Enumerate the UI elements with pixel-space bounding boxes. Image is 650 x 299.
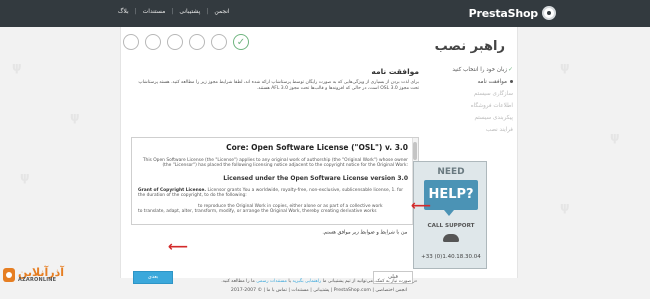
sidebar-item-label: سازگاری سیستم bbox=[473, 91, 513, 97]
sidebar-item-label: فرایند نصب bbox=[485, 127, 513, 133]
sidebar-item-store-info: اطلاعات فروشگاه bbox=[435, 100, 513, 112]
check-icon: ✓ bbox=[236, 36, 246, 48]
check-icon: ✓ bbox=[507, 66, 513, 73]
sidebar-item-label: موافقت نامه bbox=[477, 79, 507, 85]
sidebar-item-install: فرایند نصب bbox=[435, 124, 513, 136]
watermark-mark: ψ bbox=[610, 130, 620, 144]
top-nav-blog-link[interactable]: بلاگ bbox=[118, 8, 129, 15]
logo-icon bbox=[542, 6, 556, 20]
footer-docs-link[interactable]: مستندات رسمی bbox=[256, 279, 287, 284]
license-grant: Grant of Copyright License. Licensor gra… bbox=[138, 188, 408, 199]
watermark-logo-icon bbox=[3, 268, 15, 282]
license-section: موافقت نامه برای لذت بردن از بسیاری از و… bbox=[131, 67, 419, 92]
prestashop-logo[interactable]: PrestaShop bbox=[469, 6, 556, 20]
accept-terms-label: من با شرایط و ضوابط زیر موافق هستم. bbox=[322, 229, 408, 236]
nav-separator: | bbox=[171, 8, 174, 15]
support-phone-number: +33 (0)1.40.18.30.04 bbox=[421, 254, 481, 260]
scroll-thumb[interactable] bbox=[413, 142, 417, 160]
sidebar-item-license[interactable]: موافقت نامه bbox=[435, 76, 513, 88]
step-circle-completed: ✓ bbox=[233, 34, 249, 50]
progress-steps: ✓ bbox=[123, 34, 249, 50]
nav-separator: | bbox=[206, 8, 209, 15]
intro-text: برای لذت بردن از بسیاری از ویژگی‌هایی که… bbox=[138, 80, 419, 91]
license-heading: Core: Open Software License ("OSL") v. 3… bbox=[226, 143, 408, 152]
license-text-box[interactable]: Core: Open Software License ("OSL") v. 3… bbox=[131, 137, 419, 225]
footer-help-note: در صورت نیاز به کمک، می‌توانید از تیم پش… bbox=[120, 279, 518, 284]
wizard-sidebar: ✓زبان خود را انتخاب کنید موافقت نامه ساز… bbox=[435, 64, 513, 136]
logo-text: PrestaShop bbox=[468, 6, 539, 20]
watermark-mark: ψ bbox=[70, 110, 80, 124]
footer-note-suffix: ما را مطالعه کنید. bbox=[221, 279, 255, 284]
sidebar-item-system-config: پیکربندی سیستم bbox=[435, 112, 513, 124]
annotation-arrow-icon: ⟵ bbox=[168, 239, 189, 255]
watermark-mark: ψ bbox=[560, 60, 570, 74]
accept-terms-row: من با شرایط و ضوابط زیر موافق هستم. bbox=[131, 229, 419, 236]
support-need-text: NEED bbox=[437, 167, 465, 177]
sidebar-item-label: پیکربندی سیستم bbox=[474, 115, 513, 121]
top-nav-docs-link[interactable]: مستندات bbox=[143, 8, 166, 15]
watermark-mark: ψ bbox=[20, 170, 30, 184]
license-paragraph: This Open Software License (the "License… bbox=[142, 158, 408, 169]
sidebar-item-language[interactable]: ✓زبان خود را انتخاب کنید bbox=[435, 64, 513, 76]
watermark-logo: آذرآنلاین AZARONLINE bbox=[3, 267, 64, 283]
speech-bubble-tail bbox=[444, 210, 454, 216]
step-circle bbox=[123, 34, 139, 50]
step-circle bbox=[211, 34, 227, 50]
sidebar-item-compatibility: سازگاری سیستم bbox=[435, 88, 513, 100]
annotation-arrow-icon: ⟵ bbox=[411, 198, 432, 214]
step-circle bbox=[145, 34, 161, 50]
footer-note-prefix: در صورت نیاز به کمک، می‌توانید از تیم پش… bbox=[322, 279, 417, 284]
watermark-logo-subtext: AZARONLINE bbox=[18, 277, 57, 283]
phone-icon bbox=[443, 234, 459, 242]
footer-note-mid: یا bbox=[288, 279, 291, 284]
nav-separator: | bbox=[134, 8, 137, 15]
step-circle bbox=[189, 34, 205, 50]
footer-help-link[interactable]: راهنمایی بگیرید bbox=[292, 279, 321, 284]
support-call-text: CALL SUPPORT bbox=[427, 223, 475, 229]
sidebar-item-label: زبان خود را انتخاب کنید bbox=[452, 67, 507, 73]
support-banner[interactable]: NEED HELP? CALL SUPPORT +33 (0)1.40.18.3… bbox=[413, 161, 487, 269]
top-nav-forum-link[interactable]: انجمن bbox=[214, 8, 229, 15]
bullet-icon bbox=[510, 80, 513, 83]
watermark-mark: ψ bbox=[560, 200, 570, 214]
watermark-mark: ψ bbox=[12, 60, 22, 74]
section-title: موافقت نامه bbox=[371, 67, 419, 76]
step-circle bbox=[167, 34, 183, 50]
top-nav: انجمن | پشتیبانی | مستندات | بلاگ bbox=[118, 8, 230, 15]
license-subheading: Licensed under the Open Software License… bbox=[223, 174, 408, 182]
footer-links[interactable]: انجمن اختصاصی | PrestaShop.com | پشتیبان… bbox=[120, 288, 518, 293]
sidebar-item-label: اطلاعات فروشگاه bbox=[470, 103, 513, 109]
top-bar: انجمن | پشتیبانی | مستندات | بلاگ Presta… bbox=[0, 0, 650, 27]
license-item-b: to translate, adapt, alter, transform, m… bbox=[138, 209, 377, 215]
support-help-bubble: HELP? bbox=[424, 180, 478, 210]
page-title: راهبر نصب bbox=[434, 39, 505, 54]
top-nav-support-link[interactable]: پشتیبانی bbox=[179, 8, 200, 15]
